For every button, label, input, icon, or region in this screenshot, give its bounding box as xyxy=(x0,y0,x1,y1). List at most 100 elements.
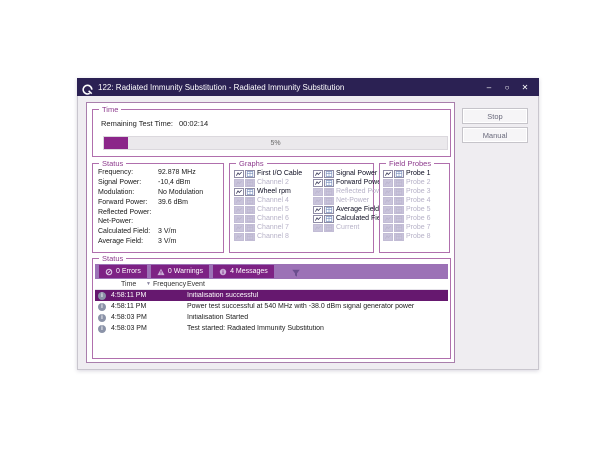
table-icon[interactable] xyxy=(245,206,255,214)
graph-item[interactable]: Average Field xyxy=(313,205,387,214)
log-row-event: Initialisation successful xyxy=(187,292,448,299)
log-row-time: 4:58:03 PM xyxy=(109,325,153,332)
table-icon[interactable] xyxy=(394,170,404,178)
graphs-group: Graphs First I/O CableChannel 2Wheel rpm… xyxy=(229,163,374,253)
status-group: Status Frequency:92.878 MHzSignal Power:… xyxy=(92,163,224,253)
graph-item[interactable]: Channel 5 xyxy=(234,205,302,214)
table-icon[interactable] xyxy=(324,170,334,178)
graph-item-label: Wheel rpm xyxy=(256,188,291,195)
table-icon[interactable] xyxy=(324,206,334,214)
table-icon[interactable] xyxy=(245,170,255,178)
line-chart-icon[interactable] xyxy=(234,179,244,187)
line-chart-icon[interactable] xyxy=(383,224,393,232)
table-icon[interactable] xyxy=(245,188,255,196)
graph-item[interactable]: Forward Power xyxy=(313,178,387,187)
table-icon[interactable] xyxy=(245,179,255,187)
table-icon[interactable] xyxy=(245,215,255,223)
table-icon[interactable] xyxy=(394,188,404,196)
app-logo-icon xyxy=(82,82,93,93)
log-row[interactable]: i4:58:11 PMInitialisation successful xyxy=(95,290,448,301)
line-chart-icon[interactable] xyxy=(313,215,323,223)
table-icon[interactable] xyxy=(324,197,334,205)
graph-item[interactable]: Probe 8 xyxy=(383,232,431,241)
line-chart-icon[interactable] xyxy=(234,215,244,223)
close-button[interactable]: ✕ xyxy=(516,80,534,94)
line-chart-icon[interactable] xyxy=(313,188,323,196)
graph-item[interactable]: Probe 7 xyxy=(383,223,431,232)
line-chart-icon[interactable] xyxy=(234,206,244,214)
line-chart-icon[interactable] xyxy=(234,197,244,205)
graph-item-label: Current xyxy=(335,224,359,231)
log-header-frequency[interactable]: Frequency xyxy=(153,281,187,288)
maximize-button[interactable]: ○ xyxy=(498,80,516,94)
log-row[interactable]: i4:58:03 PMInitialisation Started xyxy=(95,312,448,323)
warning-icon xyxy=(157,268,165,276)
graph-item-label: First I/O Cable xyxy=(256,170,302,177)
table-icon[interactable] xyxy=(324,224,334,232)
graph-item[interactable]: Current xyxy=(313,223,387,232)
table-icon[interactable] xyxy=(394,224,404,232)
graph-item[interactable]: Wheel rpm xyxy=(234,187,302,196)
graph-item[interactable]: Channel 8 xyxy=(234,232,302,241)
line-chart-icon[interactable] xyxy=(383,188,393,196)
graph-item[interactable]: Probe 4 xyxy=(383,196,431,205)
line-chart-icon[interactable] xyxy=(383,179,393,187)
filter-button[interactable] xyxy=(290,266,302,278)
table-icon[interactable] xyxy=(394,206,404,214)
graph-item[interactable]: Probe 3 xyxy=(383,187,431,196)
table-icon[interactable] xyxy=(324,215,334,223)
status-group-label: Status xyxy=(99,159,126,168)
line-chart-icon[interactable] xyxy=(313,197,323,205)
graph-item[interactable]: Probe 5 xyxy=(383,205,431,214)
line-chart-icon[interactable] xyxy=(383,215,393,223)
table-icon[interactable] xyxy=(245,224,255,232)
graph-item[interactable]: First I/O Cable xyxy=(234,169,302,178)
line-chart-icon[interactable] xyxy=(234,224,244,232)
graph-item[interactable]: Channel 2 xyxy=(234,178,302,187)
table-icon[interactable] xyxy=(245,197,255,205)
manual-button[interactable]: Manual xyxy=(462,127,528,143)
log-row[interactable]: i4:58:03 PMTest started: Radiated Immuni… xyxy=(95,323,448,334)
line-chart-icon[interactable] xyxy=(313,179,323,187)
log-header-time[interactable]: Time ▼ xyxy=(109,281,153,288)
graph-item-label: Channel 7 xyxy=(256,224,289,231)
log-header-event[interactable]: Event xyxy=(187,281,448,288)
line-chart-icon[interactable] xyxy=(383,170,393,178)
minimize-button[interactable]: – xyxy=(480,80,498,94)
line-chart-icon[interactable] xyxy=(383,197,393,205)
graph-item[interactable]: Channel 7 xyxy=(234,223,302,232)
log-row-icon-cell: i xyxy=(95,325,109,333)
line-chart-icon[interactable] xyxy=(313,206,323,214)
line-chart-icon[interactable] xyxy=(234,188,244,196)
table-icon[interactable] xyxy=(394,233,404,241)
messages-tab[interactable]: 4 Messages xyxy=(213,265,274,278)
line-chart-icon[interactable] xyxy=(383,233,393,241)
app-window: 122: Radiated Immunity Substitution - Ra… xyxy=(77,78,539,370)
line-chart-icon[interactable] xyxy=(313,170,323,178)
line-chart-icon[interactable] xyxy=(313,224,323,232)
graph-item[interactable]: Channel 4 xyxy=(234,196,302,205)
graph-item[interactable]: Probe 1 xyxy=(383,169,431,178)
graph-item[interactable]: Signal Power xyxy=(313,169,387,178)
graph-item[interactable]: Reflected Power xyxy=(313,187,387,196)
stop-button[interactable]: Stop xyxy=(462,108,528,124)
line-chart-icon[interactable] xyxy=(234,170,244,178)
warnings-tab[interactable]: 0 Warnings xyxy=(151,265,209,278)
graph-item[interactable]: Net-Power xyxy=(313,196,387,205)
graph-item[interactable]: Probe 6 xyxy=(383,214,431,223)
line-chart-icon[interactable] xyxy=(234,233,244,241)
status-field-label: Average Field: xyxy=(98,238,158,245)
window-title: 122: Radiated Immunity Substitution - Ra… xyxy=(98,83,344,92)
table-icon[interactable] xyxy=(394,179,404,187)
table-icon[interactable] xyxy=(324,188,334,196)
log-row[interactable]: i4:58:11 PMPower test successful at 540 … xyxy=(95,301,448,312)
table-icon[interactable] xyxy=(245,233,255,241)
errors-tab[interactable]: 0 Errors xyxy=(99,265,147,278)
graph-item[interactable]: Channel 6 xyxy=(234,214,302,223)
table-icon[interactable] xyxy=(394,215,404,223)
graph-item[interactable]: Probe 2 xyxy=(383,178,431,187)
table-icon[interactable] xyxy=(394,197,404,205)
table-icon[interactable] xyxy=(324,179,334,187)
graph-item[interactable]: Calculated Field xyxy=(313,214,387,223)
line-chart-icon[interactable] xyxy=(383,206,393,214)
